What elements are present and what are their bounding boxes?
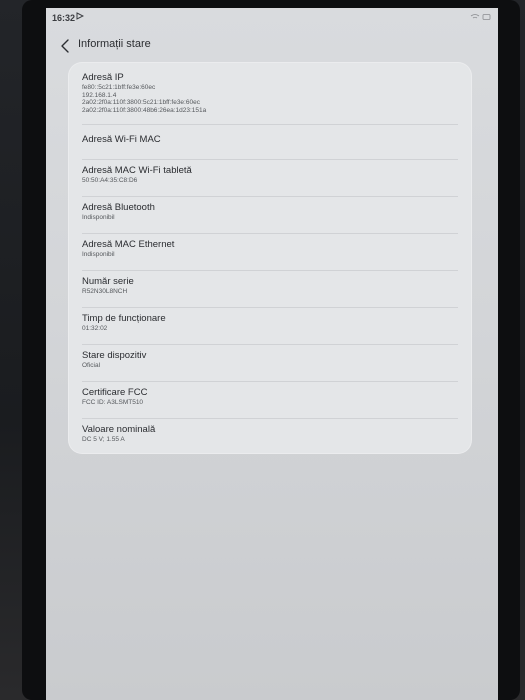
item-value: Indisponibil — [82, 214, 115, 221]
back-button[interactable] — [56, 36, 76, 56]
item-value: 192.168.1.4 — [82, 91, 117, 99]
tablet-screen: 16:32 Informații stare Adresă IP fe80::5… — [46, 8, 498, 700]
item-title: Timp de funcționare — [82, 313, 166, 324]
list-item-serial-number[interactable]: Număr serie R52N30L8NCH — [68, 276, 472, 296]
list-item-bluetooth-address[interactable]: Adresă Bluetooth Indisponibil — [68, 202, 472, 222]
item-title: Adresă Wi-Fi MAC — [82, 134, 161, 145]
item-value: 50:50:A4:35:C8:D6 — [82, 177, 138, 184]
item-title: Certificare FCC — [82, 387, 148, 398]
item-value: R52N30L8NCH — [82, 288, 128, 295]
battery-icon — [482, 14, 491, 20]
item-title: Stare dispozitiv — [82, 350, 147, 361]
item-title: Adresă MAC Ethernet — [82, 239, 175, 250]
list-item-device-status[interactable]: Stare dispozitiv Oficial — [68, 350, 472, 370]
divider — [82, 307, 458, 308]
list-item-ethernet-mac[interactable]: Adresă MAC Ethernet Indisponibil — [68, 239, 472, 259]
item-value: 2a02:2f0a:110f:3800:48b6:26ea:1d23:151a — [82, 106, 207, 114]
wifi-icon — [470, 14, 480, 19]
item-title: Adresă Bluetooth — [82, 202, 155, 213]
status-bar: 16:32 — [46, 8, 498, 28]
status-info-card: Adresă IP fe80::5c21:1bff:fe3e:60ec 192.… — [68, 62, 472, 454]
chevron-left-icon — [61, 39, 69, 53]
play-outline-icon — [76, 12, 85, 22]
status-icons — [470, 13, 492, 23]
item-value: Oficial — [82, 362, 101, 369]
item-value: fe80::5c21:1bff:fe3e:60ec — [82, 84, 156, 91]
list-item-tablet-wifi-mac[interactable]: Adresă MAC Wi-Fi tabletă 50:50:A4:35:C8:… — [68, 165, 472, 185]
item-value: DC 5 V; 1.55 A — [82, 436, 125, 443]
divider — [82, 233, 458, 234]
page-header: Informații stare — [46, 32, 498, 60]
page-title: Informații stare — [78, 38, 151, 50]
divider — [82, 381, 458, 382]
list-item-wifi-mac[interactable]: Adresă Wi-Fi MAC — [68, 134, 472, 146]
list-item-fcc-certification[interactable]: Certificare FCC FCC ID: A3LSMT510 — [68, 387, 472, 407]
item-value: FCC ID: A3LSMT510 — [82, 399, 144, 406]
item-title: Valoare nominală — [82, 424, 156, 435]
item-title: Adresă IP — [82, 72, 124, 83]
item-value: Indisponibil — [82, 251, 115, 258]
list-item-uptime[interactable]: Timp de funcționare 01:32:02 — [68, 313, 472, 333]
divider — [82, 270, 458, 271]
item-value: 2a02:2f0a:110f:3800:5c21:1bff:fe3e:60ec — [82, 99, 200, 106]
item-title: Număr serie — [82, 276, 134, 287]
item-title: Adresă MAC Wi-Fi tabletă — [82, 165, 192, 176]
divider — [82, 418, 458, 419]
divider — [82, 124, 458, 125]
divider — [82, 159, 458, 160]
divider — [82, 344, 458, 345]
item-value: 01:32:02 — [82, 325, 108, 332]
list-item-ip-address[interactable]: Adresă IP fe80::5c21:1bff:fe3e:60ec 192.… — [68, 72, 472, 114]
divider — [82, 196, 458, 197]
list-item-rated-value[interactable]: Valoare nominală DC 5 V; 1.55 A — [68, 424, 472, 444]
status-time: 16:32 — [52, 13, 76, 23]
